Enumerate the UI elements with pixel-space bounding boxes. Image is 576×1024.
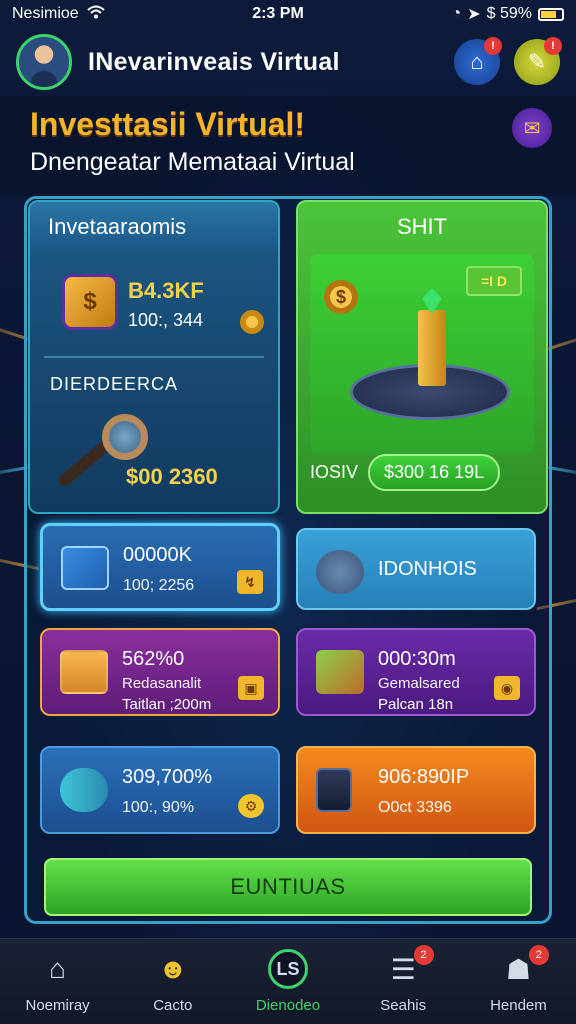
nav-label: Seahis bbox=[380, 997, 427, 1014]
banner-subline: Dnengeatar Memataai Virtual bbox=[30, 148, 355, 176]
alarm-icon: ◔ bbox=[451, 5, 462, 22]
stat-tile-6[interactable]: 906:890IP O0ct 3396 bbox=[296, 746, 536, 834]
banner-headline: Investtasii Virtual! bbox=[30, 106, 306, 142]
nav-label: Cacto bbox=[153, 997, 193, 1014]
investments-title: Invetaaraomis bbox=[30, 202, 278, 250]
investment-amount: B4.3KF bbox=[128, 278, 204, 303]
map-icon bbox=[316, 650, 364, 694]
stat-tile-2[interactable]: IDONHOIS bbox=[296, 528, 536, 610]
stat-tile-4[interactable]: 000:30m Gemalsared Palcan 18n ◉ bbox=[296, 628, 536, 716]
ls-icon: LS bbox=[268, 949, 308, 989]
app-header: INevarinveais Virtual ⌂ ! ✎ ! bbox=[0, 30, 576, 94]
smiley-icon: ☻ bbox=[158, 953, 188, 984]
continue-button[interactable]: EUNTIUAS bbox=[44, 858, 532, 916]
coin-icon: $ bbox=[62, 274, 118, 330]
coin-icon: ◉ bbox=[494, 676, 520, 700]
messages-button[interactable]: ✎ ! bbox=[514, 37, 562, 85]
section-value: $00 2360 bbox=[126, 464, 218, 489]
coin-icon: $ bbox=[324, 280, 358, 314]
tile-sub: O0ct 3396 bbox=[378, 799, 452, 816]
chart-tag: =I D bbox=[466, 266, 522, 296]
phone-icon bbox=[316, 768, 352, 812]
chart-icon: ↯ bbox=[237, 570, 263, 594]
tile-value: IDONHOIS bbox=[378, 558, 477, 580]
tile-value: 000:30m bbox=[378, 648, 456, 670]
carrier-label: Nesimioe bbox=[12, 5, 79, 22]
trophy-icon bbox=[316, 550, 364, 594]
nav-item-cacto[interactable]: ☻ Cacto bbox=[115, 939, 230, 1024]
gift-icon: ✉ bbox=[523, 117, 541, 140]
document-icon bbox=[60, 650, 108, 694]
nav-item-dienodeo[interactable]: LS Dienodeo bbox=[230, 939, 345, 1024]
house-icon: ⌂ bbox=[470, 49, 484, 74]
tile-value: 00000K bbox=[123, 544, 192, 566]
status-bar: Nesimioe 2:3 PM ◔ ➤ $ 59% bbox=[0, 0, 576, 28]
nav-label: Dienodeo bbox=[255, 997, 321, 1014]
nav-item-hendem[interactable]: ☗ 2 Hendem bbox=[461, 939, 576, 1024]
start-label: IOSIV bbox=[310, 461, 359, 482]
chart-check-icon bbox=[61, 546, 109, 590]
battery-label: $ 59% bbox=[486, 5, 532, 22]
nav-badge: 2 bbox=[413, 945, 434, 965]
investment-balance: $ B4.3KF 100:, 344 bbox=[56, 268, 276, 348]
nav-label: Hendem bbox=[490, 997, 547, 1014]
investment-platform-illustration: $ =I D bbox=[310, 254, 534, 454]
nav-item-home[interactable]: ⌂ Noemiray bbox=[0, 939, 115, 1024]
bottom-nav: ⌂ Noemiray ☻ Cacto LS Dienodeo ☰ 2 Seahi… bbox=[0, 938, 576, 1024]
gear-icon: ⚙ bbox=[238, 794, 264, 818]
nav-item-seahis[interactable]: ☰ 2 Seahis bbox=[346, 939, 461, 1024]
stat-tile-1[interactable]: 00000K 100; 2256 ↯ bbox=[40, 523, 280, 611]
investment-sub-amount: 100:, 344 bbox=[128, 310, 204, 330]
location-icon: ➤ bbox=[467, 6, 481, 23]
status-time: 2:3 PM bbox=[252, 5, 304, 22]
camera-icon: ▣ bbox=[238, 676, 264, 700]
gear-icon bbox=[240, 310, 264, 334]
cannon-icon bbox=[60, 768, 108, 812]
start-title: SHIT bbox=[396, 214, 448, 239]
notification-dot: ! bbox=[484, 37, 502, 55]
start-value[interactable]: $300 16 19L bbox=[368, 453, 501, 491]
start-card[interactable]: SHIT $ =I D IOSIV $300 16 19L bbox=[296, 200, 548, 514]
nav-badge: 2 bbox=[528, 945, 549, 965]
stat-tile-5[interactable]: 309,700% 100:, 90% ⚙ bbox=[40, 746, 280, 834]
investments-card[interactable]: Invetaaraomis $ B4.3KF 100:, 344 DIERDEE… bbox=[28, 200, 280, 514]
tile-value: 562%0 bbox=[122, 648, 185, 670]
wifi-icon bbox=[87, 5, 105, 24]
chat-icon: ✎ bbox=[527, 49, 547, 74]
notifications-button[interactable]: ⌂ ! bbox=[454, 37, 502, 85]
section-label: DIERDEERCA bbox=[50, 374, 179, 394]
nav-label: Noemiray bbox=[25, 997, 90, 1014]
battery-icon bbox=[538, 7, 564, 21]
tile-value: 906:890IP bbox=[378, 766, 470, 788]
stat-tile-3[interactable]: 562%0 Redasanalit Taitlan ;200m ▣ bbox=[40, 628, 280, 716]
divider bbox=[44, 356, 264, 358]
promo-button[interactable]: ✉ bbox=[512, 108, 552, 148]
home-icon: ⌂ bbox=[49, 953, 67, 984]
message-dot: ! bbox=[544, 37, 562, 55]
tile-value: 309,700% bbox=[122, 766, 213, 788]
app-title: INevarinveais Virtual bbox=[88, 47, 340, 76]
avatar[interactable] bbox=[16, 34, 72, 90]
